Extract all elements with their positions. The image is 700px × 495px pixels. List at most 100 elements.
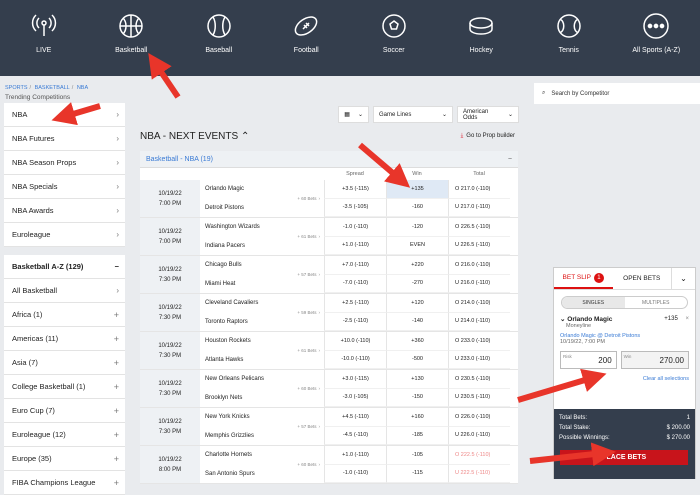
breadcrumb-nba[interactable]: NBA: [77, 85, 88, 91]
spread-odds-button[interactable]: +1.0 (-110): [324, 237, 386, 256]
nav-all-sports-a-z-[interactable]: All Sports (A-Z): [613, 0, 700, 76]
total-odds-button[interactable]: O 226.5 (-110): [448, 218, 510, 237]
atoz-item[interactable]: All Basketball›: [4, 279, 125, 303]
spread-odds-button[interactable]: -10.0 (-110): [324, 351, 386, 370]
risk-input[interactable]: Risk200: [560, 351, 617, 369]
event-teams[interactable]: New York KnicksMemphis Grizzlies: [200, 408, 282, 445]
tab-open-bets[interactable]: OPEN BETS: [613, 268, 672, 289]
spread-odds-button[interactable]: -1.0 (-110): [324, 465, 386, 484]
spread-odds-button[interactable]: +10.0 (-110): [324, 332, 386, 351]
event-teams[interactable]: Cleveland CavaliersToronto Raptors: [200, 294, 282, 331]
total-odds-button[interactable]: O 233.0 (-110): [448, 332, 510, 351]
search-input[interactable]: Search by Competitor: [551, 91, 609, 97]
more-bets-link[interactable]: + 60 Bets›: [282, 370, 324, 407]
event-teams[interactable]: Houston RocketsAtlanta Hawks: [200, 332, 282, 369]
win-odds-button[interactable]: -500: [386, 351, 448, 370]
total-odds-button[interactable]: O 216.0 (-110): [448, 256, 510, 275]
spread-odds-button[interactable]: +3.5 (-115): [324, 180, 386, 199]
sidebar-item-nba[interactable]: NBA›: [4, 103, 125, 127]
event-teams[interactable]: Chicago BullsMiami Heat: [200, 256, 282, 293]
more-bets-link[interactable]: + 61 Bets›: [282, 332, 324, 369]
win-odds-button[interactable]: EVEN: [386, 237, 448, 256]
more-bets-link[interactable]: + 61 Bets›: [282, 218, 324, 255]
win-odds-button[interactable]: +120: [386, 294, 448, 313]
total-odds-button[interactable]: U 233.0 (-110): [448, 351, 510, 370]
singles-toggle[interactable]: SINGLES: [562, 297, 625, 308]
spread-odds-button[interactable]: -2.5 (-110): [324, 313, 386, 332]
spread-odds-button[interactable]: -7.0 (-110): [324, 275, 386, 294]
tab-bet-slip[interactable]: BET SLIP1: [554, 268, 613, 289]
breadcrumb-basketball[interactable]: BASKETBALL: [35, 85, 70, 91]
win-odds-button[interactable]: +135: [386, 180, 448, 199]
win-odds-button[interactable]: +160: [386, 408, 448, 427]
calendar-filter-button[interactable]: ▦⌄: [338, 106, 369, 123]
more-bets-link[interactable]: + 60 Bets›: [282, 446, 324, 483]
sidebar-item-nba-specials[interactable]: NBA Specials›: [4, 175, 125, 199]
win-odds-button[interactable]: -270: [386, 275, 448, 294]
win-odds-button[interactable]: -120: [386, 218, 448, 237]
win-odds-button[interactable]: -115: [386, 465, 448, 484]
spread-odds-button[interactable]: +3.0 (-115): [324, 370, 386, 389]
nav-baseball[interactable]: Baseball: [175, 0, 263, 76]
event-teams[interactable]: Charlotte HornetsSan Antonio Spurs: [200, 446, 282, 483]
nav-football[interactable]: Football: [263, 0, 351, 76]
sidebar-item-nba-futures[interactable]: NBA Futures›: [4, 127, 125, 151]
win-odds-button[interactable]: -140: [386, 313, 448, 332]
total-odds-button[interactable]: U 216.0 (-110): [448, 275, 510, 294]
nav-basketball[interactable]: Basketball: [88, 0, 176, 76]
event-teams[interactable]: New Orleans PelicansBrooklyn Nets: [200, 370, 282, 407]
competition-header[interactable]: Basketball - NBA (19)−: [140, 151, 518, 168]
prop-builder-link[interactable]: ⤓Go to Prop builder: [461, 133, 515, 140]
sidebar-item-euroleague[interactable]: Euroleague›: [4, 223, 125, 247]
nav-hockey[interactable]: Hockey: [438, 0, 526, 76]
chevron-up-icon[interactable]: ⌃: [241, 131, 249, 142]
competitor-search[interactable]: ⌕ Search by Competitor: [534, 83, 700, 104]
more-bets-link[interactable]: + 57 Bets›: [282, 408, 324, 445]
atoz-item[interactable]: Euro Cup (7)+: [4, 399, 125, 423]
atoz-item[interactable]: Asia (7)+: [4, 351, 125, 375]
total-odds-button[interactable]: O 230.5 (-110): [448, 370, 510, 389]
nav-live[interactable]: LIVE: [0, 0, 88, 76]
close-icon[interactable]: ×: [685, 316, 689, 322]
win-odds-button[interactable]: +130: [386, 370, 448, 389]
atoz-header[interactable]: Basketball A-Z (129)−: [4, 255, 125, 279]
breadcrumb-sports[interactable]: SPORTS: [5, 85, 28, 91]
atoz-item[interactable]: Euroleague (12)+: [4, 423, 125, 447]
total-odds-button[interactable]: U 226.0 (-110): [448, 427, 510, 446]
spread-odds-button[interactable]: -4.5 (-110): [324, 427, 386, 446]
atoz-item[interactable]: Africa (1)+: [4, 303, 125, 327]
spread-odds-button[interactable]: +2.5 (-110): [324, 294, 386, 313]
total-odds-button[interactable]: U 217.0 (-110): [448, 199, 510, 218]
place-bets-button[interactable]: PLACE BETS: [560, 450, 688, 465]
odds-format-select[interactable]: American Odds⌄: [457, 106, 519, 123]
more-bets-link[interactable]: + 60 Bets›: [282, 180, 324, 217]
more-bets-link[interactable]: + 59 Bets›: [282, 294, 324, 331]
nav-soccer[interactable]: Soccer: [350, 0, 438, 76]
total-odds-button[interactable]: O 217.0 (-110): [448, 180, 510, 199]
win-odds-button[interactable]: +360: [386, 332, 448, 351]
atoz-item[interactable]: Americas (11)+: [4, 327, 125, 351]
win-odds-button[interactable]: -160: [386, 199, 448, 218]
spread-odds-button[interactable]: +4.5 (-110): [324, 408, 386, 427]
atoz-item[interactable]: FIBA Champions League+: [4, 471, 125, 495]
win-odds-button[interactable]: -150: [386, 389, 448, 408]
win-odds-button[interactable]: +220: [386, 256, 448, 275]
atoz-item[interactable]: College Basketball (1)+: [4, 375, 125, 399]
nav-tennis[interactable]: Tennis: [525, 0, 613, 76]
sidebar-item-nba-season-props[interactable]: NBA Season Props›: [4, 151, 125, 175]
total-odds-button[interactable]: U 222.5 (-110): [448, 465, 510, 484]
sidebar-item-nba-awards[interactable]: NBA Awards›: [4, 199, 125, 223]
market-select[interactable]: Game Lines⌄: [373, 106, 453, 123]
multiples-toggle[interactable]: MULTIPLES: [625, 297, 688, 308]
total-odds-button[interactable]: U 214.0 (-110): [448, 313, 510, 332]
spread-odds-button[interactable]: -1.0 (-110): [324, 218, 386, 237]
total-odds-button[interactable]: O 222.5 (-110): [448, 446, 510, 465]
win-odds-button[interactable]: -185: [386, 427, 448, 446]
event-teams[interactable]: Washington WizardsIndiana Pacers: [200, 218, 282, 255]
atoz-item[interactable]: Europe (35)+: [4, 447, 125, 471]
total-odds-button[interactable]: U 226.5 (-110): [448, 237, 510, 256]
total-odds-button[interactable]: O 226.0 (-110): [448, 408, 510, 427]
total-odds-button[interactable]: U 230.5 (-110): [448, 389, 510, 408]
clear-selections-link[interactable]: Clear all selections: [554, 376, 695, 382]
event-teams[interactable]: Orlando MagicDetroit Pistons: [200, 180, 282, 217]
